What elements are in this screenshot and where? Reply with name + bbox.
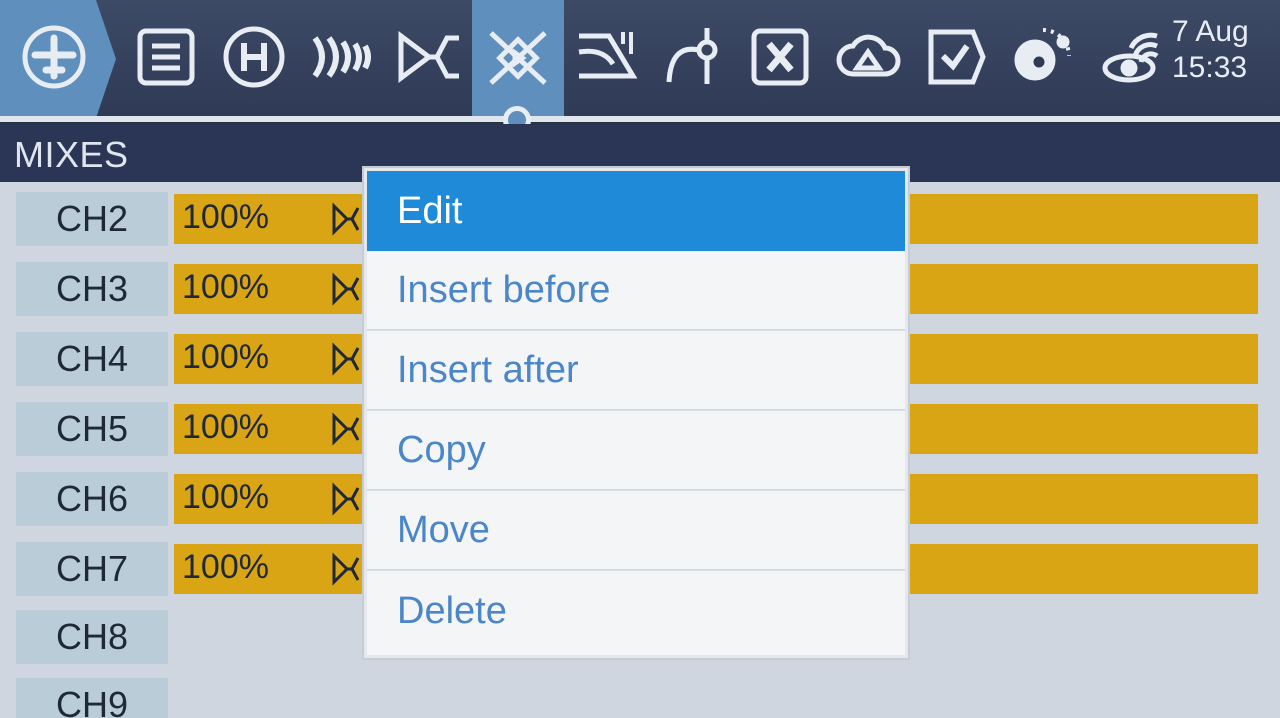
menu-item-delete[interactable]: Delete <box>367 571 905 651</box>
telemetry-icon[interactable] <box>1006 18 1078 96</box>
telemetry-sensors-icon[interactable] <box>1098 18 1170 96</box>
flight-modes-icon[interactable] <box>304 18 376 96</box>
channel-label: CH5 <box>16 402 168 456</box>
top-navigation-bar: 7 Aug 15:33 <box>0 0 1280 118</box>
top-divider <box>0 116 1280 122</box>
channel-label: CH8 <box>16 610 168 664</box>
channel-label: CH2 <box>16 192 168 246</box>
page-title: MIXES <box>14 134 129 175</box>
mix-source-icon <box>330 342 364 376</box>
curves-icon[interactable] <box>660 18 732 96</box>
mix-source-icon <box>330 412 364 446</box>
heli-icon[interactable] <box>218 18 290 96</box>
menu-item-edit[interactable]: Edit <box>367 171 905 251</box>
menu-item-copy[interactable]: Copy <box>367 411 905 491</box>
logical-switches-icon[interactable] <box>744 18 816 96</box>
inputs-icon[interactable] <box>392 18 464 96</box>
time-text: 15:33 <box>1172 51 1248 84</box>
outputs-icon[interactable] <box>570 18 642 96</box>
menu-item-insert-after[interactable]: Insert after <box>367 331 905 411</box>
mix-weight: 100% <box>182 548 269 586</box>
mix-weight: 100% <box>182 408 269 446</box>
mix-source-icon <box>330 482 364 516</box>
menu-item-insert-before[interactable]: Insert before <box>367 251 905 331</box>
menu-item-move[interactable]: Move <box>367 491 905 571</box>
mix-source-icon <box>330 552 364 586</box>
mixes-icon[interactable] <box>472 0 564 116</box>
channel-label: CH9 <box>16 678 168 718</box>
channel-label: CH7 <box>16 542 168 596</box>
model-plane-icon[interactable] <box>18 18 90 96</box>
channel-label: CH3 <box>16 262 168 316</box>
date-time-display: 7 Aug 15:33 <box>1172 14 1249 86</box>
mix-weight: 100% <box>182 338 269 376</box>
date-text: 7 Aug <box>1172 15 1249 48</box>
model-setup-icon[interactable] <box>130 18 202 96</box>
mix-weight: 100% <box>182 268 269 306</box>
context-menu: Edit Insert before Insert after Copy Mov… <box>364 168 908 658</box>
mix-source-icon <box>330 272 364 306</box>
mix-row-ch9[interactable]: CH9 <box>0 678 1280 718</box>
checklist-icon[interactable] <box>920 18 992 96</box>
special-functions-icon[interactable] <box>832 18 904 96</box>
mix-source-icon <box>330 202 364 236</box>
mix-weight: 100% <box>182 478 269 516</box>
mix-weight: 100% <box>182 198 269 236</box>
channel-label: CH6 <box>16 472 168 526</box>
channel-label: CH4 <box>16 332 168 386</box>
